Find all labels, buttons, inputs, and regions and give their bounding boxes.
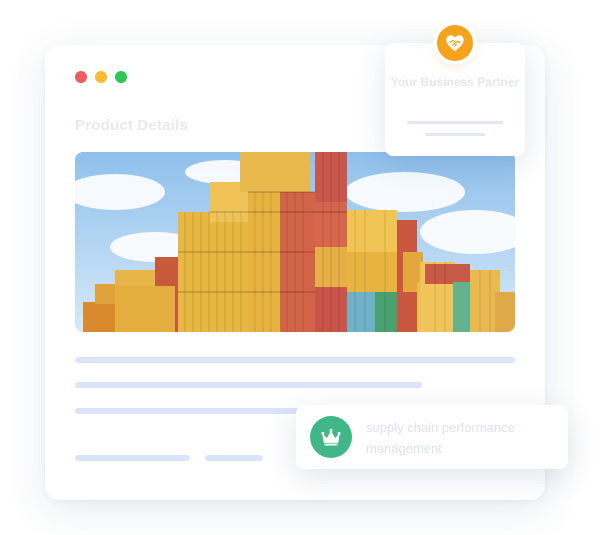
- supply-chain-label: supply chain performance management: [366, 420, 515, 456]
- maximize-window-dot[interactable]: [115, 71, 127, 83]
- placeholder-text-line: [75, 455, 190, 461]
- close-window-dot[interactable]: [75, 71, 87, 83]
- placeholder-text-line: [425, 133, 485, 136]
- placeholder-text-line: [75, 357, 515, 363]
- placeholder-text-line: [75, 408, 305, 414]
- supply-chain-card: supply chain performance management: [296, 405, 568, 469]
- minimize-window-dot[interactable]: [95, 71, 107, 83]
- shipping-containers-image: [75, 152, 515, 332]
- placeholder-text-line: [75, 382, 422, 388]
- handshake-heart-icon: [437, 25, 473, 61]
- placeholder-text-line: [205, 455, 263, 461]
- crown-icon: [310, 416, 352, 458]
- placeholder-text-line: [407, 121, 503, 124]
- window-title: Product Details: [75, 117, 189, 134]
- business-partner-card: Your Business Partner: [385, 25, 525, 156]
- partner-label: Your Business Partner: [390, 75, 520, 89]
